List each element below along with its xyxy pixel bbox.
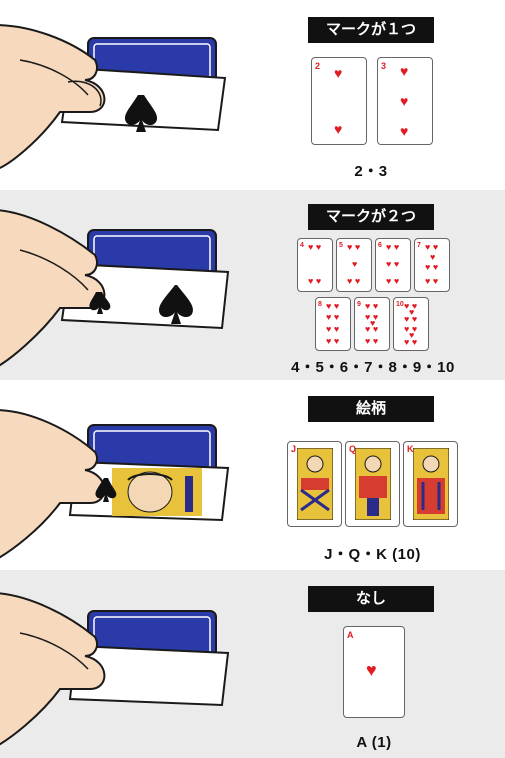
heart-icon: ♥ [400, 123, 409, 139]
heart-icon: ♥ [334, 65, 343, 81]
card-rank: 5 [339, 242, 343, 249]
face-card-art [413, 448, 449, 520]
section-caption: 2・3 [354, 163, 388, 180]
section-label: 絵柄 [308, 396, 434, 422]
playing-card-4: 4 ♥ ♥ ♥ ♥ [297, 238, 333, 292]
playing-card-7: 7 ♥ ♥ ♥ ♥ ♥ ♥ ♥ [414, 238, 450, 292]
heart-icon: ♥ ♥ [347, 242, 361, 252]
heart-icon: ♥ ♥ [326, 324, 340, 334]
card-rank: A [347, 630, 354, 640]
hand-peek-illustration [0, 592, 230, 746]
hand-peek-illustration [0, 209, 230, 367]
playing-card-jack: J [287, 441, 342, 527]
card-rank: 6 [378, 242, 382, 249]
playing-card-3: 3 ♥ ♥ ♥ [377, 57, 433, 145]
heart-icon: ♥ ♥ [326, 312, 340, 322]
heart-icon: ♥ ♥ [386, 276, 400, 286]
section-face-cards: 絵柄 J Q K J・Q・K (10) [0, 380, 505, 570]
card-rank: 7 [417, 242, 421, 249]
heart-icon: ♥ ♥ [404, 314, 418, 324]
heart-icon: ♥ ♥ [425, 276, 439, 286]
face-card-art [297, 448, 333, 520]
card-rank: 9 [357, 301, 361, 308]
section-caption: J・Q・K (10) [324, 546, 421, 563]
card-rank: 3 [381, 61, 387, 71]
heart-icon: ♥ [400, 93, 409, 109]
heart-icon: ♥ ♥ [326, 336, 340, 346]
card-rank: 2 [315, 61, 321, 71]
heart-icon: ♥ ♥ [404, 337, 418, 347]
heart-icon: ♥ ♥ [347, 276, 361, 286]
heart-icon: ♥ ♥ [326, 301, 340, 311]
heart-icon: ♥ [334, 121, 343, 137]
section-caption: A (1) [356, 734, 392, 751]
playing-card-king: K [403, 441, 458, 527]
section-label: マークが１つ [308, 17, 434, 43]
heart-icon: ♥ ♥ [425, 242, 439, 252]
heart-icon: ♥ ♥ [365, 324, 379, 334]
playing-card-6: 6 ♥ ♥ ♥ ♥ ♥ ♥ [375, 238, 411, 292]
playing-card-10: 10 ♥ ♥ ♥ ♥ ♥ ♥ ♥ ♥ ♥ ♥ [393, 297, 429, 351]
playing-card-9: 9 ♥ ♥ ♥ ♥ ♥ ♥ ♥ ♥ ♥ [354, 297, 390, 351]
section-label: なし [308, 586, 434, 612]
section-no-mark: なし A ♥ A (1) [0, 570, 505, 758]
heart-icon: ♥ ♥ [425, 262, 439, 272]
playing-card-8: 8 ♥ ♥ ♥ ♥ ♥ ♥ ♥ ♥ [315, 297, 351, 351]
face-card-art [355, 448, 391, 520]
heart-icon: ♥ [352, 259, 358, 269]
heart-icon: ♥ [400, 63, 409, 79]
card-rank: J [291, 444, 297, 454]
heart-icon: ♥ [430, 252, 436, 262]
card-rank: 10 [396, 301, 404, 308]
section-label: マークが２つ [308, 204, 434, 230]
heart-icon: ♥ ♥ [365, 336, 379, 346]
section-one-mark: マークが１つ 2 ♥ ♥ 3 ♥ ♥ ♥ 2・3 [0, 0, 505, 190]
heart-icon: ♥ ♥ [308, 276, 322, 286]
hand-peek-illustration [0, 409, 230, 559]
hand-peek-illustration [0, 24, 227, 169]
card-rank: 4 [300, 242, 304, 249]
section-two-marks: マークが２つ 4 ♥ ♥ ♥ ♥ 5 ♥ ♥ ♥ ♥ ♥ 6 ♥ ♥ ♥ ♥ ♥… [0, 190, 505, 380]
card-rank: 8 [318, 301, 322, 308]
heart-icon: ♥ [366, 660, 377, 680]
playing-card-5: 5 ♥ ♥ ♥ ♥ ♥ [336, 238, 372, 292]
heart-icon: ♥ ♥ [365, 301, 379, 311]
playing-card-ace: A ♥ [343, 626, 405, 718]
heart-icon: ♥ ♥ [386, 242, 400, 252]
section-caption: 4・5・6・7・8・9・10 [291, 359, 455, 376]
heart-icon: ♥ ♥ [308, 242, 322, 252]
playing-card-2: 2 ♥ ♥ [311, 57, 367, 145]
playing-card-queen: Q [345, 441, 400, 527]
heart-icon: ♥ ♥ [386, 259, 400, 269]
